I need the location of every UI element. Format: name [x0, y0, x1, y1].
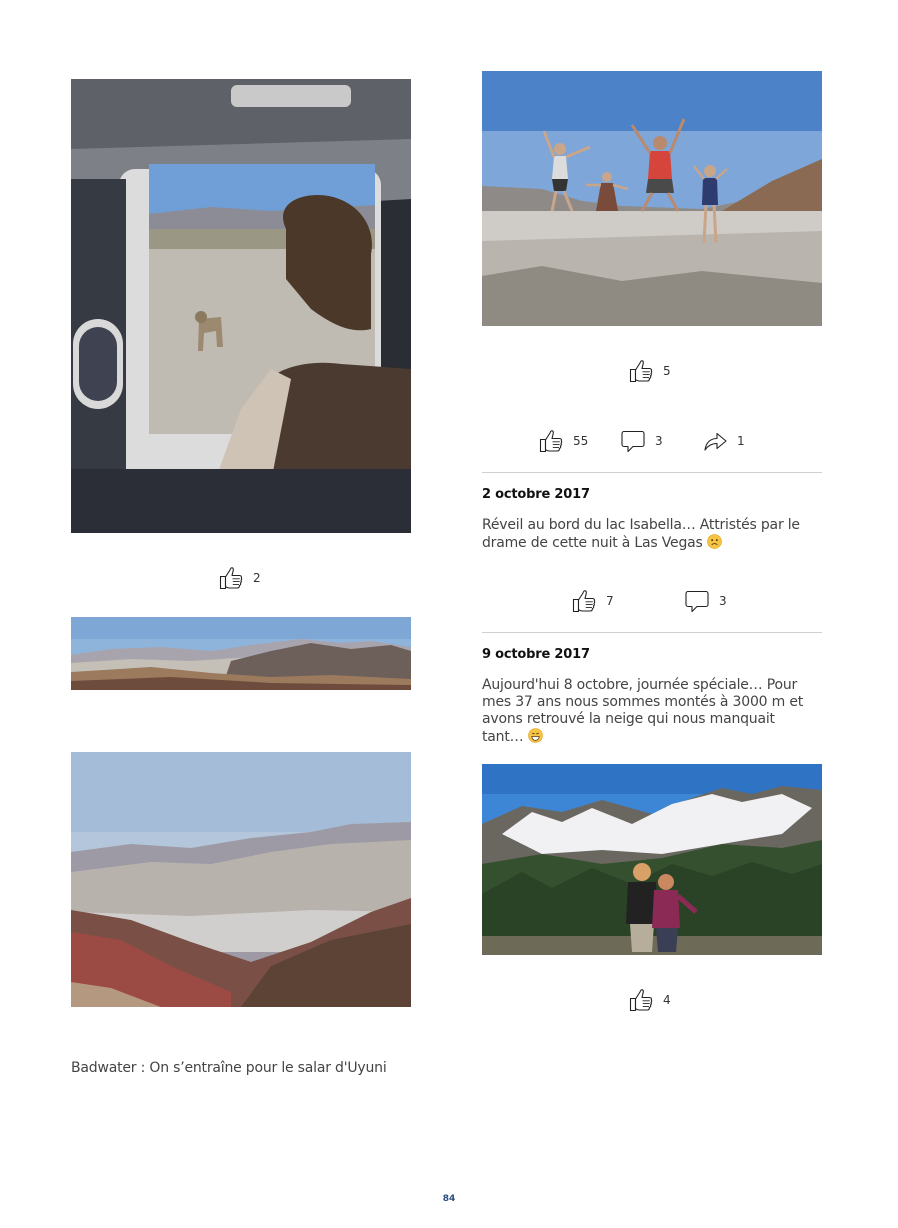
like-count: 7: [606, 594, 614, 608]
like-icon: [218, 565, 244, 591]
like-reaction[interactable]: 5: [628, 358, 671, 384]
photo-van-window: [71, 79, 411, 533]
post-divider: [482, 472, 822, 473]
post-text: Aujourd'hui 8 octobre, journée spéciale……: [482, 677, 817, 746]
like-count: 5: [663, 364, 671, 378]
like-icon: [571, 588, 597, 614]
like-reaction[interactable]: 4: [628, 987, 671, 1013]
caption-badwater: Badwater : On s’entraîne pour le salar d…: [71, 1060, 387, 1076]
photo-snowy-mountains: [482, 764, 822, 955]
share-count: 1: [737, 434, 745, 448]
like-count: 55: [573, 434, 589, 448]
post-text: Réveil au bord du lac Isabella… Attristé…: [482, 517, 812, 552]
comment-button[interactable]: 3: [620, 428, 663, 454]
post-date: 9 octobre 2017: [482, 647, 590, 662]
post-date: 2 octobre 2017: [482, 487, 590, 502]
like-count: 2: [253, 571, 261, 585]
photo-jumping-salt-flat: [482, 71, 822, 326]
share-icon: [702, 428, 728, 454]
like-reaction[interactable]: 2: [218, 565, 261, 591]
like-icon: [628, 358, 654, 384]
photo-mountain-valley: [71, 752, 411, 1007]
like-count: 4: [663, 993, 671, 1007]
like-icon: [628, 987, 654, 1013]
smile-emoji-icon: [527, 728, 543, 743]
post-divider: [482, 632, 822, 633]
share-button[interactable]: 1: [702, 428, 745, 454]
comment-icon: [684, 588, 710, 614]
page-number: 84: [442, 1194, 456, 1204]
comment-count: 3: [719, 594, 727, 608]
like-button[interactable]: 55: [538, 428, 588, 454]
comment-icon: [620, 428, 646, 454]
comment-count: 3: [655, 434, 663, 448]
like-button[interactable]: 7: [571, 588, 614, 614]
photo-desert-panorama: [71, 617, 411, 690]
sad-emoji-icon: [707, 534, 722, 549]
comment-button[interactable]: 3: [684, 588, 727, 614]
like-icon: [538, 428, 564, 454]
post-text-content: Réveil au bord du lac Isabella… Attristé…: [482, 517, 800, 551]
